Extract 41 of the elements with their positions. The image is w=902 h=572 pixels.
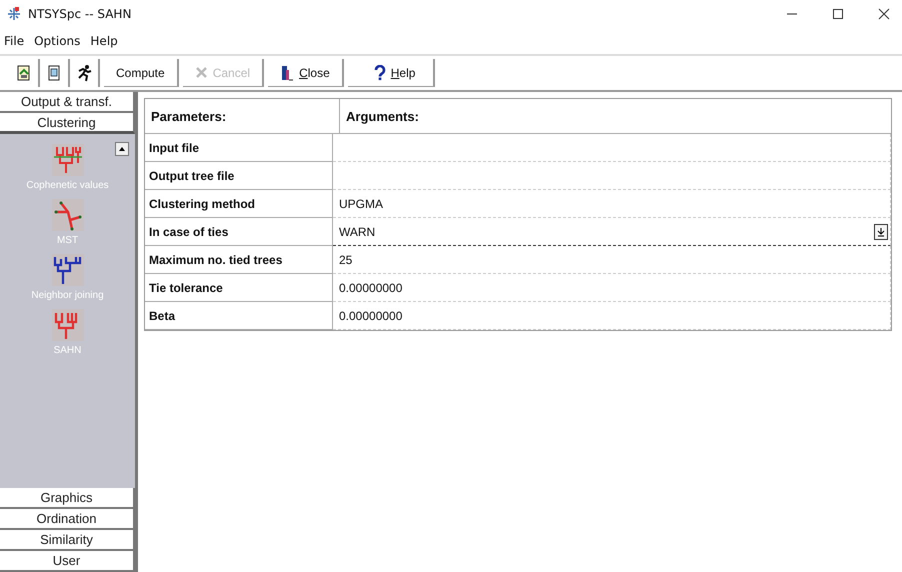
menu-item[interactable]: File bbox=[4, 34, 24, 48]
toolbar-button[interactable]: Compute bbox=[104, 59, 179, 87]
dendrogram-icon[interactable] bbox=[52, 254, 84, 286]
sidebar-tab[interactable]: Clustering bbox=[0, 113, 135, 134]
dropdown-icon[interactable] bbox=[874, 224, 888, 240]
menu-item[interactable]: Options bbox=[34, 34, 80, 48]
cancel-icon bbox=[194, 66, 208, 79]
maximize-icon[interactable] bbox=[832, 8, 844, 20]
sidebar-tab[interactable]: User bbox=[0, 551, 135, 572]
scroll-up-icon[interactable] bbox=[115, 142, 129, 156]
input-field[interactable]: 25 bbox=[333, 246, 891, 274]
dendrogram-icon[interactable] bbox=[52, 144, 84, 176]
input-field[interactable]: 0.00000000 bbox=[333, 302, 891, 330]
input-field[interactable]: 0.00000000 bbox=[333, 274, 891, 302]
close-icon[interactable] bbox=[878, 8, 890, 20]
table-cell: Beta bbox=[145, 302, 333, 330]
table-cell: Tie tolerance bbox=[145, 274, 333, 302]
toolbar-button[interactable]: Close bbox=[268, 59, 344, 87]
sidebar-tab[interactable]: Output & transf. bbox=[0, 92, 135, 113]
table-cell: Input file bbox=[145, 134, 333, 162]
sidebar-tab[interactable]: Similarity bbox=[0, 530, 135, 551]
tree-network-icon[interactable] bbox=[52, 199, 84, 231]
dendrogram-icon[interactable] bbox=[52, 309, 84, 341]
table-cell: Output tree file bbox=[145, 162, 333, 190]
menu-item[interactable]: Help bbox=[90, 34, 118, 48]
app-logo-icon bbox=[6, 6, 22, 22]
input-field[interactable] bbox=[333, 134, 891, 162]
table-cell: Clustering method bbox=[145, 190, 333, 218]
question-mark-icon bbox=[374, 64, 386, 80]
table-cell: In case of ties bbox=[145, 218, 333, 246]
sidebar-tab[interactable]: Ordination bbox=[0, 509, 135, 530]
door-icon bbox=[280, 64, 294, 80]
toolbar-button[interactable]: Help bbox=[348, 59, 436, 87]
window-title: NTSYSpc -- SAHN bbox=[28, 7, 132, 21]
column-header: Parameters: bbox=[145, 99, 340, 133]
input-field[interactable]: UPGMA bbox=[333, 190, 891, 218]
input-field[interactable] bbox=[333, 162, 891, 190]
column-header: Arguments: bbox=[345, 108, 420, 126]
sidebar-tab[interactable]: Graphics bbox=[0, 488, 135, 509]
table-cell: Maximum no. tied trees bbox=[145, 246, 333, 274]
dropdown-field[interactable]: WARN bbox=[333, 218, 891, 246]
